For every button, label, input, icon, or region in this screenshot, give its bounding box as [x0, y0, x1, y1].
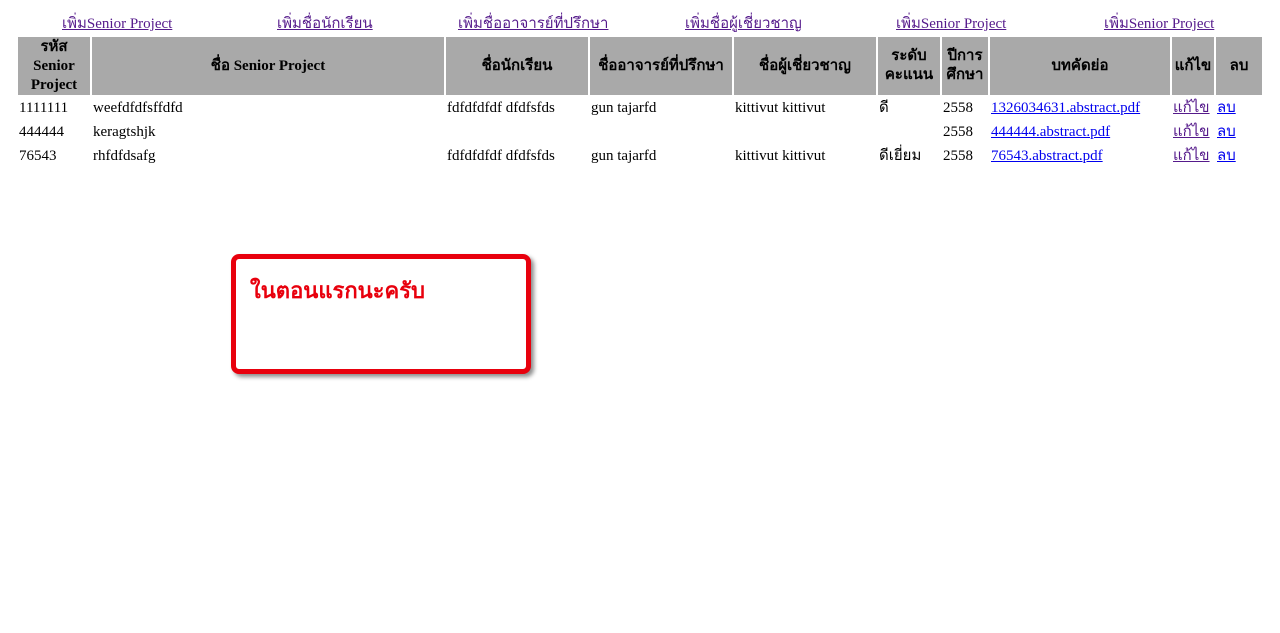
annotation-callout-box: ในตอนแรกนะครับ: [231, 254, 531, 374]
delete-link[interactable]: ลบ: [1217, 148, 1236, 164]
cell-expert: kittivut kittivut: [735, 100, 826, 116]
header-grade: ระดับคะแนน: [878, 37, 940, 95]
cell-abstract: 1326034631.abstract.pdf: [990, 97, 1170, 119]
cell-edit: แก้ไข: [1172, 97, 1214, 119]
cell-advisor: gun tajarfd: [591, 100, 657, 116]
cell-year: 2558: [943, 124, 973, 140]
cell-student: [446, 121, 588, 143]
nav-add-senior-project-link-3[interactable]: เพิ่มSenior Project: [1104, 11, 1214, 35]
nav-add-expert-link[interactable]: เพิ่มชื่อผู้เชี่ยวชาญ: [685, 11, 802, 35]
cell-year: 2558: [943, 148, 973, 164]
abstract-file-link[interactable]: 444444.abstract.pdf: [991, 124, 1110, 140]
table-row: 444444 keragtshjk 2558 444444.abstract.p…: [18, 121, 1262, 143]
cell-abstract: 76543.abstract.pdf: [990, 145, 1170, 167]
cell-name: keragtshjk: [93, 124, 156, 140]
delete-link[interactable]: ลบ: [1217, 100, 1236, 116]
nav-add-senior-project-link-2[interactable]: เพิ่มSenior Project: [896, 11, 1006, 35]
header-abstract: บทคัดย่อ: [990, 37, 1170, 95]
top-navigation: เพิ่มSenior Project เพิ่มชื่อนักเรียน เพ…: [0, 11, 1280, 33]
header-delete: ลบ: [1216, 37, 1262, 95]
table-header-row: รหัส Senior Project ชื่อ Senior Project …: [18, 37, 1262, 95]
senior-project-table: รหัส Senior Project ชื่อ Senior Project …: [16, 35, 1264, 169]
cell-delete: ลบ: [1216, 121, 1262, 143]
header-id: รหัส Senior Project: [18, 37, 90, 95]
cell-delete: ลบ: [1216, 97, 1262, 119]
abstract-file-link[interactable]: 1326034631.abstract.pdf: [991, 100, 1140, 116]
nav-add-student-link[interactable]: เพิ่มชื่อนักเรียน: [277, 11, 373, 35]
annotation-callout-text: ในตอนแรกนะครับ: [250, 279, 425, 304]
cell-edit: แก้ไข: [1172, 145, 1214, 167]
cell-student: fdfdfdfdf dfdfsfds: [447, 100, 555, 116]
header-name: ชื่อ Senior Project: [92, 37, 444, 95]
cell-grade: ดีเยี่ยม: [879, 148, 922, 164]
cell-year: 2558: [943, 100, 973, 116]
nav-add-senior-project-link[interactable]: เพิ่มSenior Project: [62, 11, 172, 35]
cell-student: fdfdfdfdf dfdfsfds: [447, 148, 555, 164]
cell-name: rhfdfdsafg: [93, 148, 156, 164]
cell-advisor: gun tajarfd: [591, 148, 657, 164]
header-expert: ชื่อผู้เชี่ยวชาญ: [734, 37, 876, 95]
cell-id: 1111111: [19, 100, 69, 116]
cell-delete: ลบ: [1216, 145, 1262, 167]
header-edit: แก้ไข: [1172, 37, 1214, 95]
table-row: 1111111 weefdfdfsffdfd fdfdfdfdf dfdfsfd…: [18, 97, 1262, 119]
nav-add-advisor-link[interactable]: เพิ่มชื่ออาจารย์ที่ปรึกษา: [458, 11, 608, 35]
cell-expert: [734, 121, 876, 143]
header-year: ปีการศึกษา: [942, 37, 988, 95]
edit-link[interactable]: แก้ไข: [1173, 148, 1210, 164]
delete-link[interactable]: ลบ: [1217, 124, 1236, 140]
edit-link[interactable]: แก้ไข: [1173, 100, 1210, 116]
cell-id: 444444: [19, 124, 64, 140]
cell-grade: ดี: [879, 100, 889, 116]
cell-edit: แก้ไข: [1172, 121, 1214, 143]
cell-abstract: 444444.abstract.pdf: [990, 121, 1170, 143]
cell-id: 76543: [19, 148, 57, 164]
header-student: ชื่อนักเรียน: [446, 37, 588, 95]
table-row: 76543 rhfdfdsafg fdfdfdfdf dfdfsfds gun …: [18, 145, 1262, 167]
cell-advisor: [590, 121, 732, 143]
cell-expert: kittivut kittivut: [735, 148, 826, 164]
abstract-file-link[interactable]: 76543.abstract.pdf: [991, 148, 1103, 164]
header-advisor: ชื่ออาจารย์ที่ปรึกษา: [590, 37, 732, 95]
cell-grade: [878, 121, 940, 143]
edit-link[interactable]: แก้ไข: [1173, 124, 1210, 140]
cell-name: weefdfdfsffdfd: [93, 100, 183, 116]
